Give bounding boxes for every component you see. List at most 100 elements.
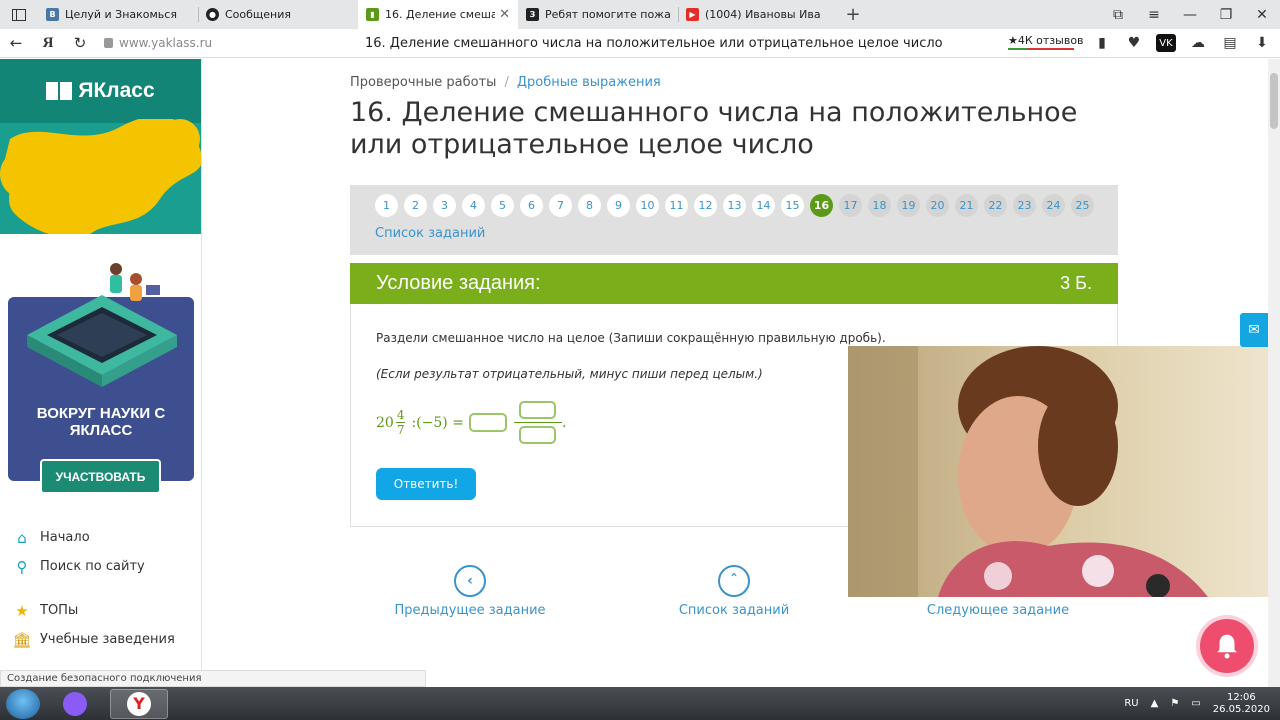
sidebar-item-search[interactable]: ⚲ Поиск по сайту xyxy=(12,552,175,581)
condition-title: Условие задания: xyxy=(376,272,541,294)
book-icon xyxy=(46,82,73,100)
promo-title: ВОКРУГ НАУКИ С ЯКЛАСС xyxy=(36,405,166,439)
chat-icon[interactable]: ☁ xyxy=(1188,34,1208,52)
participate-button[interactable]: УЧАСТВОВАТЬ xyxy=(40,459,161,494)
task-number-25[interactable]: 25 xyxy=(1071,194,1094,217)
close-window-icon[interactable]: ✕ xyxy=(1244,7,1280,23)
points-badge: 3 Б. xyxy=(1060,273,1092,293)
promo-banner[interactable]: ВОКРУГ НАУКИ С ЯКЛАСС УЧАСТВОВАТЬ xyxy=(8,263,194,494)
task-number-5[interactable]: 5 xyxy=(491,194,514,217)
browser-tab[interactable]: З Ребят помогите пожалуйс xyxy=(518,0,678,29)
chevron-left-icon: ‹ xyxy=(454,565,486,597)
task-number-1[interactable]: 1 xyxy=(375,194,398,217)
browser-tab[interactable]: ▶ (1004) Ивановы Ива xyxy=(678,0,838,29)
favorites-icon[interactable]: ♥ xyxy=(1124,34,1144,52)
minimize-icon[interactable]: — xyxy=(1172,7,1208,23)
browser-tab[interactable]: В Целуй и Знакомься xyxy=(38,0,198,29)
answer-button[interactable]: Ответить! xyxy=(376,468,476,500)
task-number-4[interactable]: 4 xyxy=(462,194,485,217)
task-number-9[interactable]: 9 xyxy=(607,194,630,217)
task-note: (Если результат отрицательный, минус пиш… xyxy=(376,367,763,381)
yaklass-icon: ▮ xyxy=(366,8,379,21)
download-icon[interactable]: ⬇ xyxy=(1252,34,1272,52)
alice-app-icon[interactable] xyxy=(46,689,104,719)
yandex-icon[interactable]: Я xyxy=(32,35,64,52)
breadcrumb-item-link[interactable]: Дробные выражения xyxy=(517,75,661,90)
tab-list-icon[interactable] xyxy=(0,0,38,29)
task-number-24[interactable]: 24 xyxy=(1042,194,1065,217)
bookmark-icon[interactable]: ▮ xyxy=(1092,34,1112,52)
menu-icon[interactable]: ≡ xyxy=(1136,7,1172,23)
network-icon[interactable]: ▭ xyxy=(1191,698,1200,709)
sidebar-item-tops[interactable]: ★ ТОПы xyxy=(12,596,175,625)
tray-expand-icon[interactable]: ▲ xyxy=(1151,698,1159,709)
sidebar-menu: ⌂ Начало ⚲ Поиск по сайту ★ ТОПы 🏛 Учебн… xyxy=(12,523,175,654)
notification-bell-icon[interactable] xyxy=(1200,619,1254,673)
task-number-6[interactable]: 6 xyxy=(520,194,543,217)
start-button[interactable] xyxy=(6,688,40,719)
sidebar-item-home[interactable]: ⌂ Начало xyxy=(12,523,175,552)
division-operator: :(−5) = xyxy=(411,414,464,431)
reviews-badge[interactable]: ★4К отзывов xyxy=(1008,34,1084,47)
language-indicator[interactable]: RU xyxy=(1124,698,1138,709)
task-list-nav[interactable]: ˆ Список заданий xyxy=(634,565,834,618)
feedback-mail-icon[interactable]: ✉ xyxy=(1240,313,1268,347)
rating-bar xyxy=(1008,48,1074,50)
browser-tab-bar: В Целуй и Знакомься ● Сообщения ▮ 16. Де… xyxy=(0,0,1280,29)
answer-whole-input[interactable] xyxy=(468,413,507,432)
reload-icon[interactable]: ↻ xyxy=(64,34,96,52)
task-number-18[interactable]: 18 xyxy=(868,194,891,217)
task-number-3[interactable]: 3 xyxy=(433,194,456,217)
task-number-8[interactable]: 8 xyxy=(578,194,601,217)
prev-task-nav[interactable]: ‹ Предыдущее задание xyxy=(370,565,570,618)
task-number-19[interactable]: 19 xyxy=(897,194,920,217)
task-number-23[interactable]: 23 xyxy=(1013,194,1036,217)
task-numbers: 1 2 3 4 5 6 7 8 9 10 11 12 13 14 15 16 17 18 19 20 21 22 23 24 2… xyxy=(375,194,1094,217)
task-number-11[interactable]: 11 xyxy=(665,194,688,217)
system-clock[interactable]: 12:06 26.05.2020 xyxy=(1213,692,1270,716)
close-tab-icon[interactable]: ✕ xyxy=(499,7,510,22)
answer-denominator-input[interactable] xyxy=(519,426,557,444)
logo-area: ЯКласс xyxy=(0,59,201,234)
vk-icon: В xyxy=(46,8,59,21)
scrollbar[interactable] xyxy=(1268,59,1280,687)
search-icon: ⚲ xyxy=(16,557,28,576)
address-bar: ← Я ↻ www.yaklass.ru 16. Деление смешанн… xyxy=(0,29,1280,58)
task-number-15[interactable]: 15 xyxy=(781,194,804,217)
flag-icon[interactable]: ⚑ xyxy=(1170,698,1179,709)
video-frame xyxy=(848,346,1280,597)
answer-numerator-input[interactable] xyxy=(519,401,557,419)
task-number-22[interactable]: 22 xyxy=(984,194,1007,217)
yandex-browser-app-icon[interactable]: Y xyxy=(110,688,168,719)
scribble-overlay xyxy=(0,119,201,234)
task-number-7[interactable]: 7 xyxy=(549,194,572,217)
task-number-10[interactable]: 10 xyxy=(636,194,659,217)
task-number-16[interactable]: 16 xyxy=(810,194,833,217)
task-number-13[interactable]: 13 xyxy=(723,194,746,217)
school-icon: 🏛 xyxy=(12,630,32,649)
yaklass-logo[interactable]: ЯКласс xyxy=(0,59,201,123)
mixed-whole: 20 xyxy=(376,414,394,431)
new-tab-icon[interactable]: + xyxy=(838,0,868,29)
vk-icon[interactable]: VK xyxy=(1156,34,1176,52)
lock-icon xyxy=(104,38,113,48)
video-overlay[interactable] xyxy=(848,346,1280,597)
task-number-20[interactable]: 20 xyxy=(926,194,949,217)
task-list-link[interactable]: Список заданий xyxy=(375,226,485,241)
sidebar-item-schools[interactable]: 🏛 Учебные заведения xyxy=(12,625,174,654)
breadcrumb-item[interactable]: Проверочные работы xyxy=(350,75,496,90)
task-number-21[interactable]: 21 xyxy=(955,194,978,217)
back-icon[interactable]: ← xyxy=(0,34,32,52)
collections-icon[interactable]: ⧉ xyxy=(1100,7,1136,23)
answer-fraction xyxy=(513,401,562,444)
page-title-in-address: 16. Деление смешанного числа на положите… xyxy=(365,36,943,51)
browser-tab-active[interactable]: ▮ 16. Деление смешанного ✕ xyxy=(358,0,518,29)
wallet-icon[interactable]: ▤ xyxy=(1220,34,1240,52)
browser-tab[interactable]: ● Сообщения xyxy=(198,0,358,29)
task-number-2[interactable]: 2 xyxy=(404,194,427,217)
task-number-12[interactable]: 12 xyxy=(694,194,717,217)
task-number-14[interactable]: 14 xyxy=(752,194,775,217)
url-field[interactable]: www.yaklass.ru xyxy=(104,36,212,50)
task-number-17[interactable]: 17 xyxy=(839,194,862,217)
restore-icon[interactable]: ❐ xyxy=(1208,7,1244,23)
